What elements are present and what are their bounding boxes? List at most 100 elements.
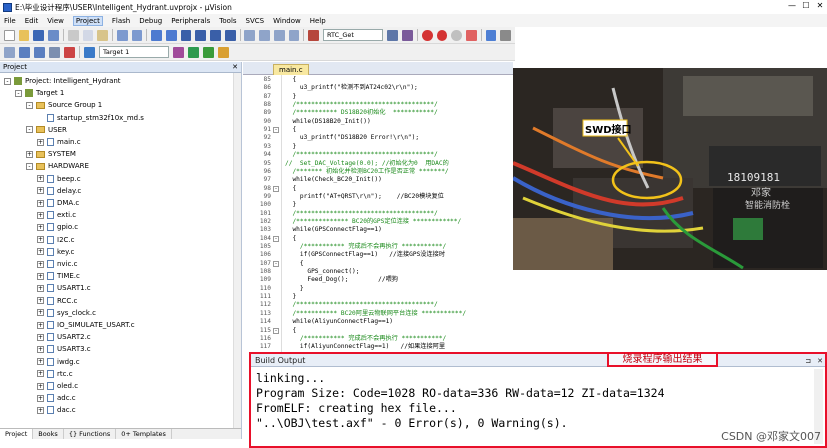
expand-icon[interactable]: + [37, 272, 44, 280]
tree-item[interactable]: + USART2.c [37, 331, 91, 343]
fold-toggle-icon[interactable]: - [273, 127, 279, 134]
tree-scrollbar[interactable] [233, 73, 241, 428]
comment-icon[interactable] [273, 29, 285, 41]
close-button[interactable]: ✕ [813, 0, 827, 12]
expand-icon[interactable]: + [37, 297, 44, 305]
expand-icon[interactable]: + [37, 187, 44, 195]
tab-project[interactable]: Project [0, 429, 34, 439]
tree-item[interactable]: + IO_SIMULATE_USART.c [37, 319, 135, 331]
tree-item[interactable]: + DMA.c [37, 197, 79, 209]
tree-item[interactable]: - Source Group 1 [26, 99, 102, 111]
tree-item[interactable]: - USER [26, 124, 67, 136]
target-combo[interactable]: Target 1 [99, 46, 169, 58]
tab-books[interactable]: Books [33, 429, 64, 439]
tree-item[interactable]: + main.c [37, 136, 81, 148]
build-icon[interactable] [19, 46, 30, 58]
fold-toggle-icon[interactable]: - [273, 235, 279, 242]
clear-bookmarks-icon[interactable] [224, 29, 236, 41]
tree-item[interactable]: + SYSTEM [26, 148, 76, 160]
expand-icon[interactable]: + [37, 358, 44, 366]
expand-icon[interactable]: + [37, 260, 44, 268]
prev-bookmark-icon[interactable] [195, 29, 207, 41]
pin-icon[interactable]: ⊐ [805, 355, 811, 368]
tab-main-c[interactable]: main.c [273, 64, 309, 75]
tree-item[interactable]: - HARDWARE [26, 160, 89, 172]
uncomment-icon[interactable] [288, 29, 300, 41]
expand-icon[interactable]: + [37, 138, 44, 146]
bookmark-icon[interactable] [180, 29, 192, 41]
maximize-button[interactable]: ☐ [799, 0, 813, 12]
new-file-icon[interactable] [4, 29, 15, 41]
tree-item[interactable]: + iwdg.c [37, 356, 80, 368]
tree-item[interactable]: + oled.c [37, 380, 78, 392]
translate-icon[interactable] [4, 46, 15, 58]
rebuild-icon[interactable] [34, 46, 45, 58]
manage-runtime-icon[interactable] [203, 46, 214, 58]
tree-item[interactable]: + key.c [37, 246, 74, 258]
menu-svcs[interactable]: SVCS [246, 17, 265, 25]
close-icon[interactable]: ✕ [817, 355, 823, 368]
collapse-icon[interactable]: - [26, 101, 33, 109]
find-in-files-icon[interactable] [387, 29, 399, 41]
batch-build-icon[interactable] [49, 46, 60, 58]
tree-item[interactable]: + USART1.c [37, 282, 91, 294]
indent-icon[interactable] [244, 29, 256, 41]
debug-start-icon[interactable] [421, 29, 433, 41]
target-options-icon[interactable] [173, 46, 184, 58]
disable-breakpoint-icon[interactable] [451, 29, 462, 41]
expand-icon[interactable]: + [37, 199, 44, 207]
fold-toggle-icon[interactable]: - [273, 327, 279, 334]
expand-icon[interactable]: + [37, 211, 44, 219]
minimize-button[interactable]: — [785, 0, 799, 12]
kill-breakpoints-icon[interactable] [465, 29, 477, 41]
window-layout-icon[interactable] [485, 29, 497, 41]
tree-item[interactable]: - Project: Intelligent_Hydrant [4, 75, 121, 87]
expand-icon[interactable]: + [37, 345, 44, 353]
expand-icon[interactable]: + [37, 321, 44, 329]
tree-item[interactable]: + dac.c [37, 404, 76, 416]
menu-peripherals[interactable]: Peripherals [171, 17, 210, 25]
tree-item[interactable]: - Target 1 [15, 87, 64, 99]
expand-icon[interactable]: + [37, 248, 44, 256]
collapse-icon[interactable]: - [4, 77, 11, 85]
expand-icon[interactable]: + [26, 150, 33, 158]
expand-icon[interactable]: + [37, 175, 44, 183]
menu-edit[interactable]: Edit [25, 17, 39, 25]
fold-toggle-icon[interactable]: - [273, 260, 279, 267]
close-icon[interactable]: ✕ [232, 62, 238, 73]
fold-toggle-icon[interactable]: - [273, 185, 279, 192]
manage-components-icon[interactable] [188, 46, 199, 58]
expand-icon[interactable]: + [37, 236, 44, 244]
tree-item[interactable]: + USART3.c [37, 343, 91, 355]
unindent-icon[interactable] [259, 29, 270, 41]
tree-item[interactable]: + exti.c [37, 209, 76, 221]
redo-icon[interactable] [131, 29, 143, 41]
tree-item[interactable]: + TIME.c [37, 270, 80, 282]
tree-item[interactable]: + I2C.c [37, 234, 74, 246]
cut-icon[interactable] [67, 29, 79, 41]
undo-icon[interactable] [116, 29, 128, 41]
menu-tools[interactable]: Tools [219, 17, 236, 25]
tree-item[interactable]: + rtc.c [37, 368, 73, 380]
nav-forward-icon[interactable] [165, 29, 177, 41]
paste-icon[interactable] [97, 29, 108, 41]
tree-item[interactable]: + adc.c [37, 392, 76, 404]
menu-view[interactable]: View [47, 17, 64, 25]
expand-icon[interactable]: + [37, 382, 44, 390]
collapse-icon[interactable]: - [26, 162, 33, 170]
tab-templates[interactable]: 0+ Templates [116, 429, 172, 439]
tree-item[interactable]: startup_stm32f10x_md.s [37, 112, 144, 124]
expand-icon[interactable]: + [37, 333, 44, 341]
menu-debug[interactable]: Debug [139, 17, 162, 25]
download-icon[interactable] [84, 46, 95, 58]
tree-item[interactable]: + delay.c [37, 185, 81, 197]
find-icon[interactable] [308, 29, 319, 41]
tree-item[interactable]: + beep.c [37, 173, 81, 185]
tree-item[interactable]: + sys_clock.c [37, 307, 96, 319]
expand-icon[interactable]: + [37, 370, 44, 378]
breakpoint-icon[interactable] [436, 29, 448, 41]
expand-icon[interactable]: + [37, 284, 44, 292]
menu-help[interactable]: Help [310, 17, 326, 25]
copy-icon[interactable] [82, 29, 94, 41]
collapse-icon[interactable]: - [15, 89, 22, 97]
